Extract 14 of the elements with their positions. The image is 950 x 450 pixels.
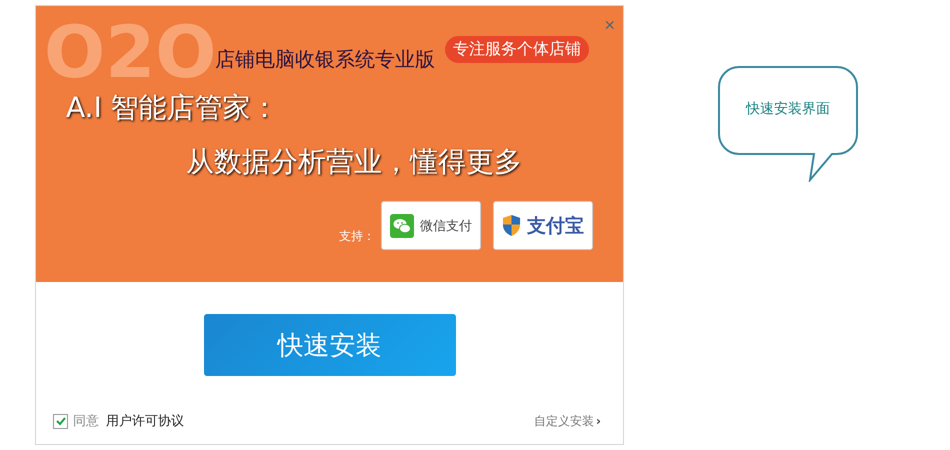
callout-text: 快速安装界面	[744, 100, 831, 118]
support-label: 支持：	[339, 228, 375, 245]
product-title: 店铺电脑收银系统专业版	[215, 46, 435, 73]
license-link[interactable]: 用户许可协议	[106, 412, 184, 430]
agree-checkbox[interactable]	[53, 414, 68, 428]
payment-label: 支付宝	[527, 214, 584, 238]
tagline: 从数据分析营业，懂得更多	[186, 144, 523, 180]
custom-install-link[interactable]: 自定义安装 ›	[534, 412, 601, 430]
chat-bubbles-icon	[390, 214, 414, 238]
shield-icon	[502, 214, 521, 237]
slogan-badge: 专注服务个体店铺	[445, 36, 589, 63]
agree-label: 同意	[73, 413, 99, 430]
payment-label: 微信支付	[420, 218, 472, 234]
headline: A.I 智能店管家：	[66, 90, 280, 126]
